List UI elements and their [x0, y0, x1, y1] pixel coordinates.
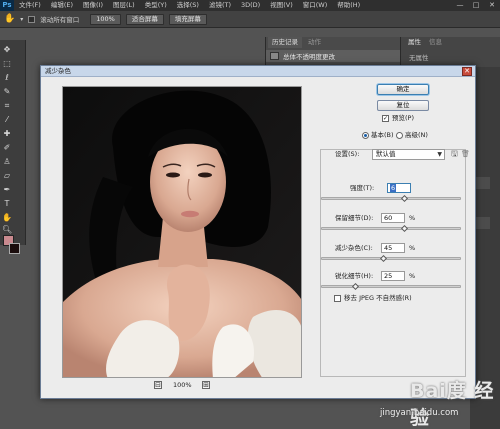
- minimize-button[interactable]: —: [452, 0, 468, 11]
- save-settings-icon[interactable]: 🖫: [451, 150, 459, 158]
- preview-checkbox[interactable]: ✓: [382, 115, 389, 122]
- fill-screen-button[interactable]: 填充屏幕: [168, 13, 207, 25]
- tab-actions[interactable]: 动作: [304, 37, 325, 48]
- menu-file[interactable]: 文件(F): [14, 0, 46, 11]
- remove-jpeg-artifact-checkbox[interactable]: [334, 295, 341, 302]
- history-item-label: 总体不透明度更改: [283, 53, 335, 61]
- scroll-all-windows-label: 滚动所有窗口: [40, 16, 80, 24]
- lasso-tool-icon[interactable]: ℓ: [2, 72, 12, 83]
- eraser-tool-icon[interactable]: ▱: [2, 170, 12, 181]
- mode-basic-radio[interactable]: [362, 132, 369, 139]
- settings-label: 设置(S):: [333, 150, 362, 159]
- panel-icon[interactable]: [476, 177, 490, 189]
- close-window-button[interactable]: ✕: [484, 0, 500, 11]
- menu-3d[interactable]: 3D(D): [236, 0, 265, 11]
- menu-type[interactable]: 类型(Y): [140, 0, 172, 11]
- menu-bar: Ps 文件(F) 编辑(E) 图像(I) 图层(L) 类型(Y) 选择(S) 滤…: [0, 0, 500, 11]
- menu-select[interactable]: 选择(S): [172, 0, 204, 11]
- move-tool-icon[interactable]: ✥: [2, 44, 12, 55]
- mode-advanced-radio[interactable]: [396, 132, 403, 139]
- chevron-down-icon[interactable]: ▾: [20, 16, 23, 23]
- clone-stamp-tool-icon[interactable]: ♙: [2, 156, 12, 167]
- type-tool-icon[interactable]: T: [2, 198, 12, 209]
- scroll-all-windows-checkbox[interactable]: [28, 15, 36, 23]
- menu-layer[interactable]: 图层(L): [108, 0, 140, 11]
- reduce-color-noise-input[interactable]: 45: [381, 243, 405, 253]
- zoom-level: 100%: [173, 381, 192, 389]
- preserve-details-slider-track[interactable]: [321, 227, 461, 230]
- crop-tool-icon[interactable]: ⌗: [2, 100, 12, 111]
- baidu-jingyan-logo: Bai度 经验: [410, 380, 495, 429]
- history-item-icon: [270, 52, 279, 60]
- quick-select-tool-icon[interactable]: ✎: [2, 86, 12, 97]
- sharpen-details-slider-track[interactable]: [321, 285, 461, 288]
- window-controls: — □ ✕: [452, 0, 500, 11]
- photoshop-logo: Ps: [0, 0, 14, 11]
- marquee-tool-icon[interactable]: ⬚: [2, 58, 12, 69]
- preserve-details-percent: %: [409, 214, 416, 222]
- reset-button[interactable]: 复位: [377, 100, 429, 111]
- menu-window[interactable]: 窗口(W): [298, 0, 333, 11]
- eyedropper-tool-icon[interactable]: ⁄: [2, 114, 12, 125]
- menu-filter[interactable]: 滤镜(T): [204, 0, 236, 11]
- portrait-photo: [63, 87, 301, 377]
- reduce-color-noise-percent: %: [409, 244, 416, 252]
- reduce-color-noise-label: 减少杂色(C):: [335, 244, 373, 252]
- dialog-titlebar[interactable]: 减少杂色 ✕: [41, 66, 475, 77]
- zoom-100-button[interactable]: 100%: [90, 13, 121, 25]
- reduce-noise-dialog: 减少杂色 ✕ ⊟ 100% ⊞ 确定 复位 ✓ 预览(P) 基本(B) 高级(N…: [40, 65, 476, 399]
- reduce-color-noise-slider-track[interactable]: [321, 257, 461, 260]
- dialog-close-button[interactable]: ✕: [462, 67, 472, 76]
- ok-button[interactable]: 确定: [377, 84, 429, 95]
- zoom-out-button[interactable]: ⊟: [154, 381, 162, 389]
- menu-view[interactable]: 视图(V): [265, 0, 298, 11]
- preserve-details-label: 保留细节(D):: [335, 214, 374, 222]
- tab-info[interactable]: 信息: [425, 37, 446, 48]
- menu-image[interactable]: 图像(I): [78, 0, 108, 11]
- panel-icon[interactable]: [476, 217, 490, 229]
- dialog-title: 减少杂色: [45, 67, 71, 75]
- preview-label: 预览(P): [392, 114, 414, 122]
- chevron-down-icon: ▼: [437, 151, 442, 158]
- hand-tool-icon[interactable]: ✋: [2, 212, 12, 223]
- mode-basic-label: 基本(B): [371, 131, 394, 139]
- fit-screen-button[interactable]: 适合屏幕: [125, 13, 164, 25]
- menu-help[interactable]: 帮助(H): [332, 0, 365, 11]
- tab-properties[interactable]: 属性: [404, 37, 425, 48]
- healing-brush-tool-icon[interactable]: ✚: [2, 128, 12, 139]
- sharpen-details-input[interactable]: 25: [381, 271, 405, 281]
- pen-tool-icon[interactable]: ✒: [2, 184, 12, 195]
- watermark-url: jingyan.baidu.com: [380, 408, 459, 418]
- menu-edit[interactable]: 编辑(E): [46, 0, 78, 11]
- properties-empty-label: 无属性: [409, 54, 429, 62]
- trash-icon[interactable]: 🗑: [461, 150, 470, 158]
- maximize-button[interactable]: □: [468, 0, 484, 11]
- settings-value: 默认值: [376, 150, 396, 158]
- mode-advanced-label: 高级(N): [405, 131, 428, 139]
- brush-tool-icon[interactable]: ✐: [2, 142, 12, 153]
- preserve-details-input[interactable]: 60: [381, 213, 405, 223]
- settings-dropdown[interactable]: 默认值 ▼: [372, 149, 445, 160]
- strength-input[interactable]: 6: [387, 183, 411, 193]
- tools-panel: ✥ ⬚ ℓ ✎ ⌗ ⁄ ✚ ✐ ♙ ▱ ✒ T ✋ 🔍︎: [0, 40, 26, 254]
- preview-image[interactable]: [62, 86, 302, 378]
- strength-slider-track[interactable]: [321, 197, 461, 200]
- remove-jpeg-artifact-label: 移去 JPEG 不自然感(R): [344, 294, 412, 302]
- hand-tool-icon[interactable]: ✋: [4, 14, 15, 24]
- properties-panel: 属性 信息 无属性: [400, 37, 500, 67]
- strength-label: 强度(T):: [350, 184, 375, 192]
- zoom-in-button[interactable]: ⊞: [202, 381, 210, 389]
- background-color-swatch[interactable]: [9, 243, 20, 254]
- sharpen-details-percent: %: [409, 272, 416, 280]
- options-bar: ✋ ▾ 滚动所有窗口 100% 适合屏幕 填充屏幕: [0, 11, 500, 28]
- zoom-tool-icon[interactable]: 🔍︎: [2, 224, 12, 235]
- sharpen-details-label: 锐化细节(H):: [335, 272, 374, 280]
- tab-history[interactable]: 历史记录: [268, 37, 302, 48]
